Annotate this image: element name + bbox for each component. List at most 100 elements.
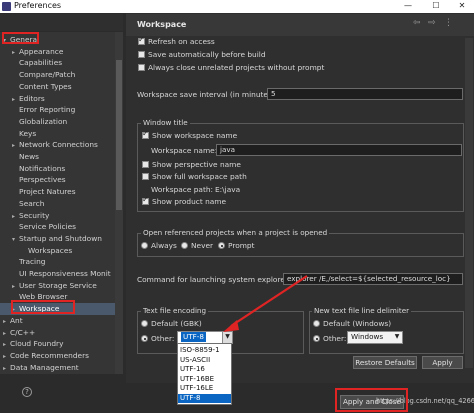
never-radio[interactable] (181, 242, 188, 249)
tree-item-label: Content Types (19, 81, 72, 91)
tree-item[interactable]: Error Reporting (0, 104, 115, 116)
tree-item-label: Code Recommenders (10, 350, 89, 360)
encoding-default-radio[interactable] (141, 320, 148, 327)
maximize-button[interactable]: ☐ (426, 0, 446, 12)
tree-item[interactable]: ▾ Startup and Shutdown (0, 233, 115, 245)
save-auto-checkbox[interactable] (138, 51, 145, 58)
preferences-tree: ▾ General ▸ Appearance Capabilities Compare/P… (0, 32, 123, 374)
panel-scrollbar[interactable] (465, 38, 473, 368)
workspace-name-label: Workspace name: (151, 146, 218, 155)
tree-item[interactable]: Search (0, 198, 115, 210)
tree-item[interactable]: Content Types (0, 81, 115, 93)
tree-item[interactable]: ▸ C/C++ (0, 327, 115, 339)
help-icon[interactable]: ? (22, 387, 32, 397)
tree-item[interactable]: UI Responsiveness Monit (0, 268, 115, 280)
delimiter-default-label: Default (Windows) (323, 319, 392, 328)
dropdown-option[interactable]: UTF-16BE (178, 375, 231, 384)
refresh-on-access-checkbox[interactable] (138, 35, 145, 45)
tree-item[interactable]: Service Policies (0, 221, 115, 233)
show-product-name-checkbox[interactable] (142, 195, 149, 205)
tree-item[interactable]: Project Natures (0, 186, 115, 198)
back-arrow-icon[interactable]: ⇦ (413, 18, 421, 28)
tree-item[interactable]: ▸ Appearance (0, 46, 115, 58)
dropdown-option[interactable]: UTF-16LE (178, 384, 231, 393)
tree-item-label: News (19, 152, 39, 161)
dropdown-option[interactable]: US-ASCII (178, 356, 231, 365)
tree-item[interactable]: ▸ Editors (0, 93, 115, 105)
tree-item-label: Editors (19, 93, 45, 103)
tree-item[interactable]: ▸ User Storage Service (0, 280, 115, 292)
annotation-box-workspace (11, 300, 75, 314)
tree-item[interactable]: ▸ Security (0, 210, 115, 222)
tree-item[interactable]: ▸ Code Recommenders (0, 350, 115, 362)
tree-item[interactable]: Tracing (0, 256, 115, 268)
always-radio[interactable] (141, 242, 148, 249)
chevron-right-icon[interactable]: ▸ (3, 363, 10, 374)
open-referenced-group-label: Open referenced projects when a project … (141, 228, 330, 237)
tree-item[interactable]: Workspaces (0, 245, 115, 257)
tree-item[interactable]: Compare/Patch (0, 69, 115, 81)
save-interval-input[interactable]: 5 (267, 88, 463, 100)
tree-item-label: Globalization (19, 116, 68, 126)
tree-item[interactable]: ▸ Data Management (0, 362, 115, 374)
close-unrelated-label: Always close unrelated projects without … (148, 63, 325, 72)
save-auto-label: Save automatically before build (148, 50, 266, 59)
tree-item-label: Search (19, 198, 45, 208)
tree-item-label: Cloud Foundry (10, 339, 64, 349)
tree-item-label: Keys (19, 128, 37, 138)
tree-item-label: Startup and Shutdown (19, 233, 102, 243)
tree-item[interactable]: Capabilities (0, 57, 115, 69)
show-perspective-name-label: Show perspective name (152, 160, 241, 169)
menu-chevron-icon[interactable]: ⋮ (444, 18, 453, 28)
show-perspective-name-checkbox[interactable] (142, 161, 149, 168)
dropdown-option[interactable]: UTF-8 (178, 394, 231, 403)
show-product-name-label: Show product name (152, 197, 227, 206)
tree-item[interactable]: News (0, 151, 115, 163)
tree-item-label: User Storage Service (19, 280, 97, 290)
never-label: Never (191, 241, 214, 250)
restore-defaults-button[interactable]: Restore Defaults (353, 356, 417, 369)
tree-item-label: Network Connections (19, 140, 98, 150)
window-title: Preferences (14, 1, 62, 10)
delimiter-select[interactable]: Windows ▼ (347, 331, 403, 344)
close-unrelated-checkbox[interactable] (138, 64, 145, 71)
annotation-box-apply-close (335, 388, 408, 412)
dropdown-option[interactable]: UTF-16 (178, 365, 231, 374)
tree-item-label: UI Responsiveness Monit (19, 269, 111, 278)
close-button[interactable]: ✕ (452, 0, 472, 12)
minimize-button[interactable]: — (398, 0, 418, 12)
line-delimiter-group-label: New text file line delimiter (312, 306, 412, 315)
tree-scrollbar-thumb[interactable] (116, 60, 122, 210)
tree-item[interactable]: Notifications (0, 163, 115, 175)
dropdown-option[interactable]: ISO-8859-1 (178, 346, 231, 355)
page-title: Workspace (137, 20, 187, 29)
delimiter-select-value: Windows (351, 332, 384, 341)
app-icon (2, 2, 11, 11)
prompt-radio[interactable] (218, 242, 225, 249)
always-label: Always (151, 241, 177, 250)
show-workspace-name-checkbox[interactable] (142, 129, 149, 139)
tree-item[interactable]: ▸ Network Connections (0, 139, 115, 151)
apply-button[interactable]: Apply (422, 356, 463, 369)
tree-item[interactable]: ▸ Cloud Foundry (0, 338, 115, 350)
tree-item-label: Compare/Patch (19, 70, 76, 80)
tree-item[interactable]: Perspectives (0, 174, 115, 186)
chevron-down-icon[interactable]: ▼ (392, 332, 402, 343)
window-title-group-label: Window title (141, 118, 190, 127)
encoding-other-radio[interactable] (141, 335, 148, 342)
save-interval-label: Workspace save interval (in minutes): (137, 90, 278, 99)
workspace-name-input[interactable]: java (216, 144, 462, 156)
workspace-path-label: Workspace path: (151, 185, 214, 194)
prompt-label: Prompt (228, 241, 255, 250)
tree-item-label: Ant (10, 315, 23, 325)
forward-arrow-icon[interactable]: ⇨ (428, 18, 436, 28)
tree-item[interactable]: Keys (0, 128, 115, 140)
tree-filter-area (0, 14, 123, 31)
delimiter-other-label: Other: (323, 334, 347, 343)
encoding-dropdown-list[interactable]: ISO-8859-1 US-ASCII UTF-16 UTF-16BE UTF-16LE… (177, 343, 232, 405)
annotation-box-general (2, 32, 39, 44)
tree-item[interactable]: Globalization (0, 116, 115, 128)
workspace-path-value: E:\java (215, 185, 241, 194)
show-full-path-checkbox[interactable] (142, 173, 149, 180)
tree-item[interactable]: ▸ Ant (0, 315, 115, 327)
